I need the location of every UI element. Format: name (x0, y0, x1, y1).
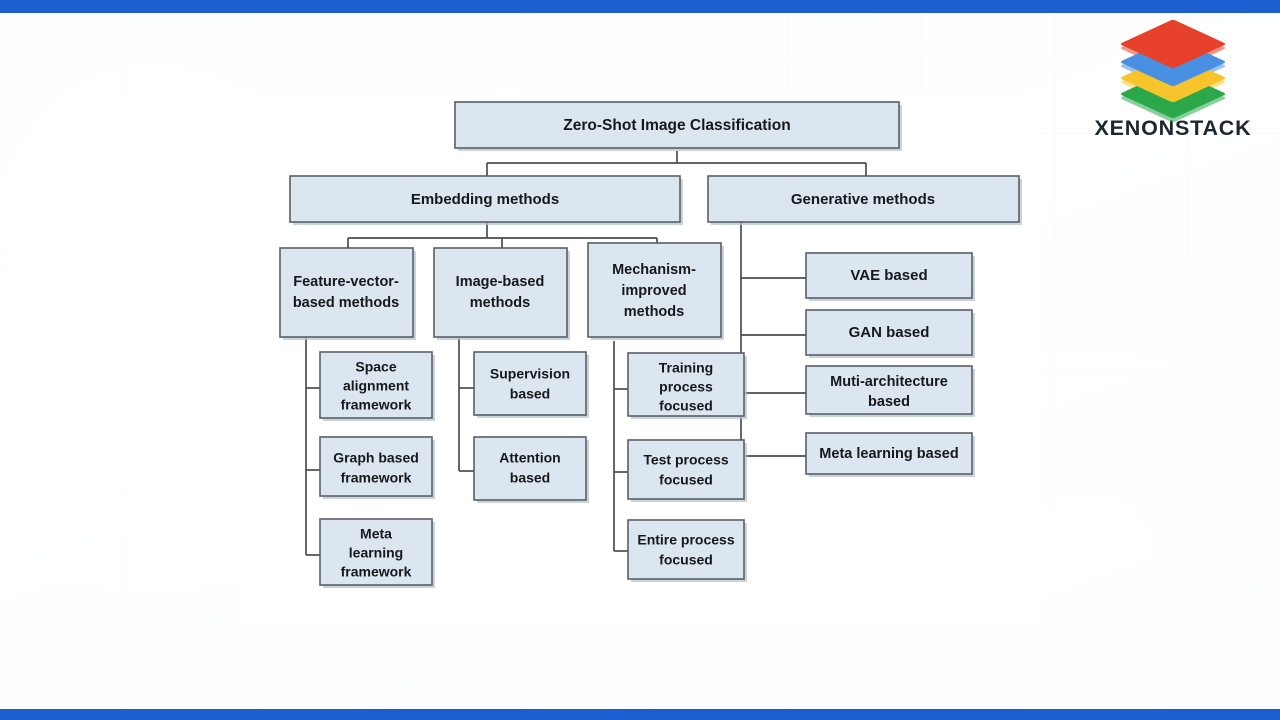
node-attention-based[interactable]: Attention based (473, 436, 589, 503)
node-attention-based-label-2: based (510, 470, 550, 486)
node-image-based-methods[interactable]: Image-based methods (433, 247, 570, 340)
node-mechanism-improved-methods[interactable]: Mechanism- improved methods (587, 242, 724, 340)
node-gan-based[interactable]: GAN based (805, 309, 975, 358)
node-training-process-focused-label-2: process (659, 379, 713, 395)
node-supervision-based-label-1: Supervision (490, 366, 570, 382)
node-mechanism-improved-methods-label-3: methods (624, 304, 684, 320)
node-graph-based-framework-label-2: framework (341, 470, 412, 486)
node-image-based-methods-label-2: methods (470, 295, 530, 311)
node-vae-based-label: VAE based (850, 267, 927, 284)
node-entire-process-focused[interactable]: Entire process focused (627, 519, 747, 582)
connector-mechanism-children (613, 341, 628, 552)
node-graph-based-framework[interactable]: Graph based framework (319, 436, 435, 499)
node-meta-learning-framework[interactable]: Meta learning framework (319, 518, 435, 588)
node-entire-process-focused-label-1: Entire process (637, 532, 734, 548)
node-mechanism-improved-methods-label-2: improved (621, 283, 686, 299)
connector-root-to-level1 (486, 151, 867, 176)
node-root-label: Zero-Shot Image Classification (563, 117, 790, 134)
node-test-process-focused-label-1: Test process (643, 452, 729, 468)
node-mechanism-improved-methods-label-1: Mechanism- (612, 262, 696, 278)
node-feature-vector-based-methods-label-2: based methods (293, 295, 399, 311)
node-graph-based-framework-label-1: Graph based (333, 450, 419, 466)
node-space-alignment-framework-label-2: alignment (343, 378, 409, 394)
node-space-alignment-framework-label-3: framework (341, 397, 412, 413)
node-training-process-focused-label-1: Training (659, 360, 713, 376)
zero-shot-taxonomy-diagram: Zero-Shot Image Classification Embedding… (279, 101, 1022, 588)
node-supervision-based[interactable]: Supervision based (473, 351, 589, 418)
connector-feature-vector-children (305, 336, 320, 556)
node-meta-learning-based-label: Meta learning based (819, 446, 958, 462)
connector-generative-children (740, 222, 806, 457)
brand-logo: XENONSTACK (1088, 19, 1258, 148)
node-meta-learning-framework-label-2: learning (349, 545, 403, 561)
node-test-process-focused[interactable]: Test process focused (627, 439, 747, 502)
node-test-process-focused-label-2: focused (659, 472, 713, 488)
diagram-card: Zero-Shot Image Classification Embedding… (240, 95, 1040, 625)
node-feature-vector-based-methods-label-1: Feature-vector- (293, 274, 399, 290)
node-attention-based-label-1: Attention (499, 450, 560, 466)
node-training-process-focused[interactable]: Training process focused (627, 352, 747, 419)
node-gan-based-label: GAN based (849, 324, 930, 341)
bottom-brand-bar (0, 709, 1280, 720)
node-multi-architecture-based-label-1: Muti-architecture (830, 374, 948, 390)
slide-canvas: XENONSTACK Zero-Shot Image Classificatio… (0, 0, 1280, 720)
node-generative-methods-label: Generative methods (791, 191, 935, 208)
node-supervision-based-label-2: based (510, 386, 550, 402)
node-meta-learning-based[interactable]: Meta learning based (805, 432, 975, 477)
node-embedding-methods-label: Embedding methods (411, 191, 559, 208)
node-embedding-methods[interactable]: Embedding methods (289, 175, 683, 225)
node-feature-vector-based-methods[interactable]: Feature-vector- based methods (279, 247, 416, 340)
node-image-based-methods-label-1: Image-based (456, 274, 545, 290)
node-training-process-focused-label-3: focused (659, 398, 713, 414)
stacked-layers-logo-icon (1119, 19, 1227, 123)
connector-image-based-children (458, 336, 474, 472)
node-space-alignment-framework[interactable]: Space alignment framework (319, 351, 435, 421)
node-multi-architecture-based[interactable]: Muti-architecture based (805, 365, 975, 417)
node-vae-based[interactable]: VAE based (805, 252, 975, 301)
node-multi-architecture-based-label-2: based (868, 394, 910, 410)
node-meta-learning-framework-label-3: framework (341, 564, 412, 580)
top-brand-bar (0, 0, 1280, 13)
node-entire-process-focused-label-2: focused (659, 552, 713, 568)
node-root[interactable]: Zero-Shot Image Classification (454, 101, 902, 151)
node-meta-learning-framework-label-1: Meta (360, 526, 392, 542)
node-space-alignment-framework-label-1: Space (355, 359, 396, 375)
node-generative-methods[interactable]: Generative methods (707, 175, 1022, 225)
